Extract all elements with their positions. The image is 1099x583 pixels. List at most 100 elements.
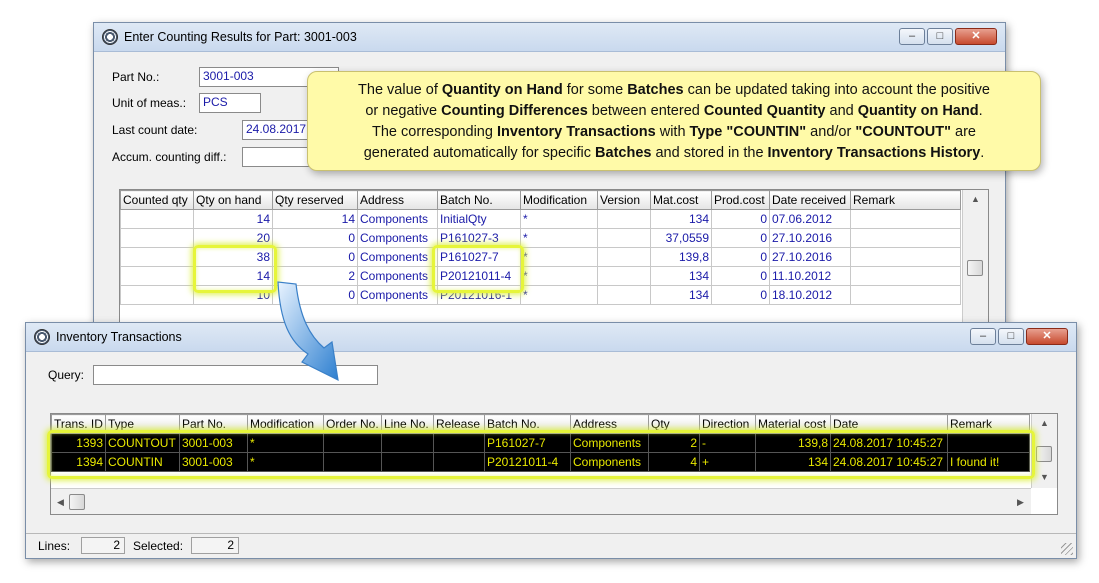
table-cell[interactable]: * xyxy=(520,228,598,248)
scroll-up-icon[interactable]: ▲ xyxy=(1040,418,1049,428)
table-cell[interactable]: Components xyxy=(357,266,438,286)
curved-arrow-icon xyxy=(277,281,339,382)
highlight-batch-no xyxy=(432,245,524,293)
table-cell[interactable]: * xyxy=(520,247,598,267)
status-bar: Lines: 2 Selected: 2 xyxy=(26,533,1076,558)
lines-value: 2 xyxy=(81,537,125,554)
part-no-label: Part No.: xyxy=(112,70,160,84)
table-cell[interactable] xyxy=(120,228,194,248)
win1-col-header[interactable]: Mat.cost xyxy=(650,190,712,210)
grid-horizontal-scrollbar[interactable]: ◀ ▶ xyxy=(51,488,1031,514)
unit-label: Unit of meas.: xyxy=(112,96,187,110)
close-icon: ✕ xyxy=(1042,330,1052,342)
table-cell[interactable]: * xyxy=(520,209,598,229)
table-cell[interactable] xyxy=(120,209,194,229)
table-cell[interactable]: 14 xyxy=(193,209,273,229)
table-cell[interactable]: 0 xyxy=(711,228,770,248)
scroll-left-icon[interactable]: ◀ xyxy=(57,497,64,508)
info-callout: The value of Quantity on Hand for some B… xyxy=(307,71,1041,171)
table-cell[interactable]: Components xyxy=(357,209,438,229)
minimize-button[interactable]: – xyxy=(970,328,996,345)
table-cell[interactable]: 134 xyxy=(650,266,712,286)
table-cell[interactable] xyxy=(597,209,651,229)
win1-col-header[interactable]: Batch No. xyxy=(437,190,521,210)
grid-vertical-scrollbar[interactable]: ▲ ▼ xyxy=(1031,414,1057,488)
last-count-label: Last count date: xyxy=(112,123,198,137)
win1-col-header[interactable]: Prod.cost xyxy=(711,190,770,210)
last-count-field[interactable]: 24.08.2017 xyxy=(242,120,310,140)
table-cell[interactable]: 14 xyxy=(272,209,358,229)
table-cell[interactable] xyxy=(120,285,194,305)
maximize-button[interactable]: □ xyxy=(927,28,953,45)
table-cell[interactable]: 0 xyxy=(711,266,770,286)
win1-col-header[interactable]: Address xyxy=(357,190,438,210)
table-cell[interactable]: 0 xyxy=(272,228,358,248)
table-cell[interactable]: 0 xyxy=(711,285,770,305)
h-scroll-thumb[interactable] xyxy=(69,494,85,510)
unit-field[interactable]: PCS xyxy=(199,93,261,113)
maximize-icon: □ xyxy=(936,30,944,42)
table-cell[interactable]: InitialQty xyxy=(437,209,521,229)
table-cell[interactable]: * xyxy=(520,266,598,286)
win1-col-header[interactable]: Qty reserved xyxy=(272,190,358,210)
table-cell[interactable] xyxy=(850,247,961,267)
scroll-thumb[interactable] xyxy=(1036,446,1052,462)
minimize-icon: – xyxy=(979,330,987,342)
table-cell[interactable] xyxy=(120,266,194,286)
resize-grip-icon[interactable] xyxy=(1061,543,1073,555)
grid-vertical-scrollbar[interactable]: ▲ xyxy=(962,190,988,338)
close-button[interactable]: ✕ xyxy=(1026,328,1068,345)
scroll-thumb[interactable] xyxy=(967,260,983,276)
win1-col-header[interactable]: Counted qty xyxy=(120,190,194,210)
table-row[interactable]: 14 14 Components InitialQty * 134 0 07.06.2012 xyxy=(120,209,961,229)
window-title: Enter Counting Results for Part: 3001-00… xyxy=(124,30,357,44)
table-cell[interactable]: 134 xyxy=(650,209,712,229)
app-icon xyxy=(34,329,50,345)
table-cell[interactable] xyxy=(597,266,651,286)
win1-col-header[interactable]: Qty on hand xyxy=(193,190,273,210)
maximize-icon: □ xyxy=(1007,330,1015,342)
scroll-right-icon[interactable]: ▶ xyxy=(1017,497,1024,508)
close-icon: ✕ xyxy=(971,30,981,42)
table-cell[interactable]: 27.10.2016 xyxy=(769,228,851,248)
maximize-button[interactable]: □ xyxy=(998,328,1024,345)
scroll-up-icon[interactable]: ▲ xyxy=(971,194,980,204)
win1-col-header[interactable]: Version xyxy=(597,190,651,210)
scroll-down-icon[interactable]: ▼ xyxy=(1040,472,1049,482)
accum-diff-field[interactable] xyxy=(242,147,310,167)
table-cell[interactable] xyxy=(850,266,961,286)
selected-label: Selected: xyxy=(133,539,184,553)
table-cell[interactable]: Components xyxy=(357,285,438,305)
win1-col-header[interactable]: Modification xyxy=(520,190,598,210)
query-label: Query: xyxy=(48,368,85,382)
table-cell[interactable] xyxy=(120,247,194,267)
window-title: Inventory Transactions xyxy=(56,330,182,344)
table-cell[interactable]: 134 xyxy=(650,285,712,305)
lines-label: Lines: xyxy=(38,539,71,553)
title-bar: Enter Counting Results for Part: 3001-00… xyxy=(94,23,1005,52)
table-cell[interactable] xyxy=(597,228,651,248)
highlight-transaction-rows xyxy=(47,430,1035,479)
app-icon xyxy=(102,29,118,45)
table-cell[interactable]: * xyxy=(520,285,598,305)
table-cell[interactable]: Components xyxy=(357,228,438,248)
win1-col-header[interactable]: Remark xyxy=(850,190,961,210)
table-cell[interactable] xyxy=(597,285,651,305)
table-cell[interactable] xyxy=(850,228,961,248)
minimize-button[interactable]: – xyxy=(899,28,925,45)
table-cell[interactable]: 37,0559 xyxy=(650,228,712,248)
table-cell[interactable] xyxy=(597,247,651,267)
close-button[interactable]: ✕ xyxy=(955,28,997,45)
accum-diff-label: Accum. counting diff.: xyxy=(112,150,227,164)
win1-col-header[interactable]: Date received xyxy=(769,190,851,210)
table-cell[interactable]: 0 xyxy=(711,247,770,267)
table-cell[interactable] xyxy=(850,209,961,229)
table-cell[interactable]: 11.10.2012 xyxy=(769,266,851,286)
table-cell[interactable]: 0 xyxy=(711,209,770,229)
table-cell[interactable]: 07.06.2012 xyxy=(769,209,851,229)
table-cell[interactable]: 18.10.2012 xyxy=(769,285,851,305)
table-cell[interactable]: 139,8 xyxy=(650,247,712,267)
table-cell[interactable] xyxy=(850,285,961,305)
table-cell[interactable]: 27.10.2016 xyxy=(769,247,851,267)
table-cell[interactable]: Components xyxy=(357,247,438,267)
